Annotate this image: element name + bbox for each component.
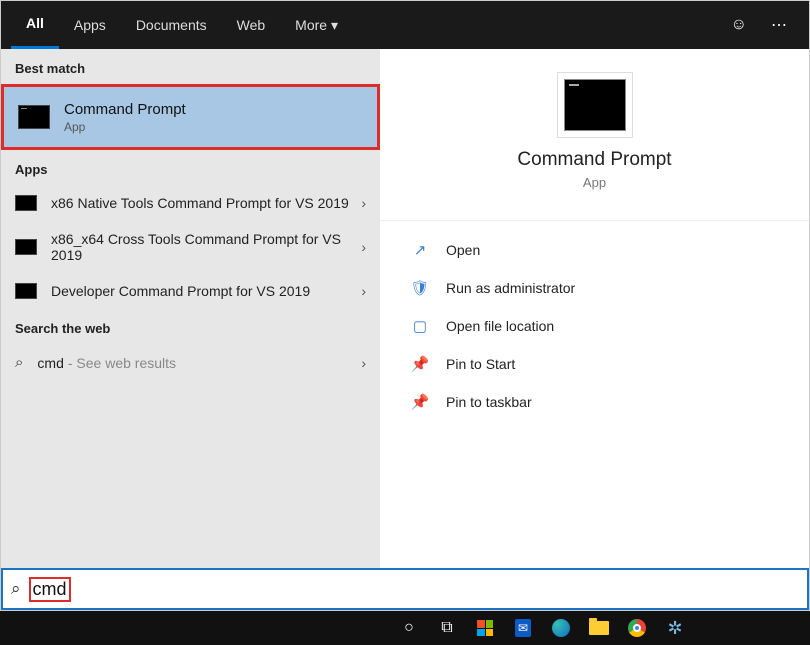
preview-actions: ↗ Open 🛡 Run as administrator ▢ Open fil… — [380, 221, 809, 431]
tab-more[interactable]: More ▾ — [280, 1, 353, 49]
app-result-label: x86 Native Tools Command Prompt for VS 2… — [51, 195, 361, 211]
mail-icon[interactable]: ✉ — [504, 611, 542, 645]
folder-icon: ▢ — [410, 317, 430, 335]
header-apps: Apps — [1, 150, 380, 185]
task-view-icon[interactable]: ⧉ — [428, 611, 466, 645]
search-panel: All Apps Documents Web More ▾ ☺ ⋯ Best m… — [0, 0, 810, 611]
action-pin-start[interactable]: 📌 Pin to Start — [380, 345, 809, 383]
app-result-2[interactable]: Developer Command Prompt for VS 2019 › — [1, 273, 380, 309]
chevron-right-icon[interactable]: › — [361, 239, 366, 255]
search-tabs: All Apps Documents Web More ▾ ☺ ⋯ — [1, 1, 809, 49]
command-prompt-icon — [18, 105, 50, 129]
results-list: Best match Command Prompt App Apps x86 N… — [1, 49, 380, 568]
chevron-right-icon[interactable]: › — [361, 355, 366, 371]
preview-pane: Command Prompt App ↗ Open 🛡 Run as admin… — [380, 49, 809, 568]
web-hint: - See web results — [68, 355, 176, 371]
tab-documents[interactable]: Documents — [121, 1, 222, 49]
app-result-label: Developer Command Prompt for VS 2019 — [51, 283, 361, 299]
open-icon: ↗ — [410, 241, 430, 259]
best-match-text: Command Prompt App — [64, 101, 186, 134]
search-body: Best match Command Prompt App Apps x86 N… — [1, 49, 809, 568]
action-label: Run as administrator — [446, 280, 575, 296]
command-prompt-icon — [564, 79, 626, 131]
app-result-1[interactable]: x86_x64 Cross Tools Command Prompt for V… — [1, 221, 380, 273]
shield-icon: 🛡 — [410, 279, 430, 297]
chevron-right-icon[interactable]: › — [361, 195, 366, 211]
edge-icon[interactable] — [542, 611, 580, 645]
action-label: Open file location — [446, 318, 554, 334]
header-best-match: Best match — [1, 49, 380, 84]
app-icon[interactable]: ✲ — [656, 611, 694, 645]
pin-icon: 📌 — [410, 355, 430, 373]
action-open-location[interactable]: ▢ Open file location — [380, 307, 809, 345]
header-web: Search the web — [1, 309, 380, 344]
best-match-title: Command Prompt — [64, 101, 186, 118]
action-open[interactable]: ↗ Open — [380, 231, 809, 269]
pin-icon: 📌 — [410, 393, 430, 411]
app-result-label: x86_x64 Cross Tools Command Prompt for V… — [51, 231, 361, 263]
more-options-icon[interactable]: ⋯ — [759, 15, 799, 35]
tab-all[interactable]: All — [11, 1, 59, 49]
web-query: cmd — [37, 355, 63, 371]
action-label: Pin to taskbar — [446, 394, 532, 410]
action-label: Pin to Start — [446, 356, 515, 372]
preview-title: Command Prompt — [517, 149, 671, 171]
search-icon: ⌕ — [3, 579, 29, 599]
search-query-highlight: cmd — [29, 577, 71, 602]
action-label: Open — [446, 242, 480, 258]
best-match-sub: App — [64, 120, 186, 134]
preview-sub: App — [583, 175, 606, 190]
action-run-admin[interactable]: 🛡 Run as administrator — [380, 269, 809, 307]
command-prompt-icon — [15, 283, 37, 299]
best-match-item[interactable]: Command Prompt App — [1, 84, 380, 150]
search-input[interactable]: cmd — [33, 579, 67, 599]
cortana-icon[interactable]: ○ — [390, 611, 428, 645]
action-pin-taskbar[interactable]: 📌 Pin to taskbar — [380, 383, 809, 421]
web-result[interactable]: ⌕ cmd - See web results › — [1, 344, 380, 381]
app-result-0[interactable]: x86 Native Tools Command Prompt for VS 2… — [1, 185, 380, 221]
taskbar: ○ ⧉ ✉ ✲ — [0, 611, 810, 645]
preview-header: Command Prompt App — [380, 69, 809, 221]
search-icon: ⌕ — [15, 354, 23, 371]
command-prompt-icon — [15, 239, 37, 255]
search-input-bar[interactable]: ⌕ cmd — [1, 568, 809, 610]
tab-web[interactable]: Web — [222, 1, 281, 49]
microsoft-store-icon[interactable] — [466, 611, 504, 645]
chevron-right-icon[interactable]: › — [361, 283, 366, 299]
file-explorer-icon[interactable] — [580, 611, 618, 645]
feedback-icon[interactable]: ☺ — [719, 16, 759, 34]
tab-apps[interactable]: Apps — [59, 1, 121, 49]
chrome-icon[interactable] — [618, 611, 656, 645]
command-prompt-icon — [15, 195, 37, 211]
